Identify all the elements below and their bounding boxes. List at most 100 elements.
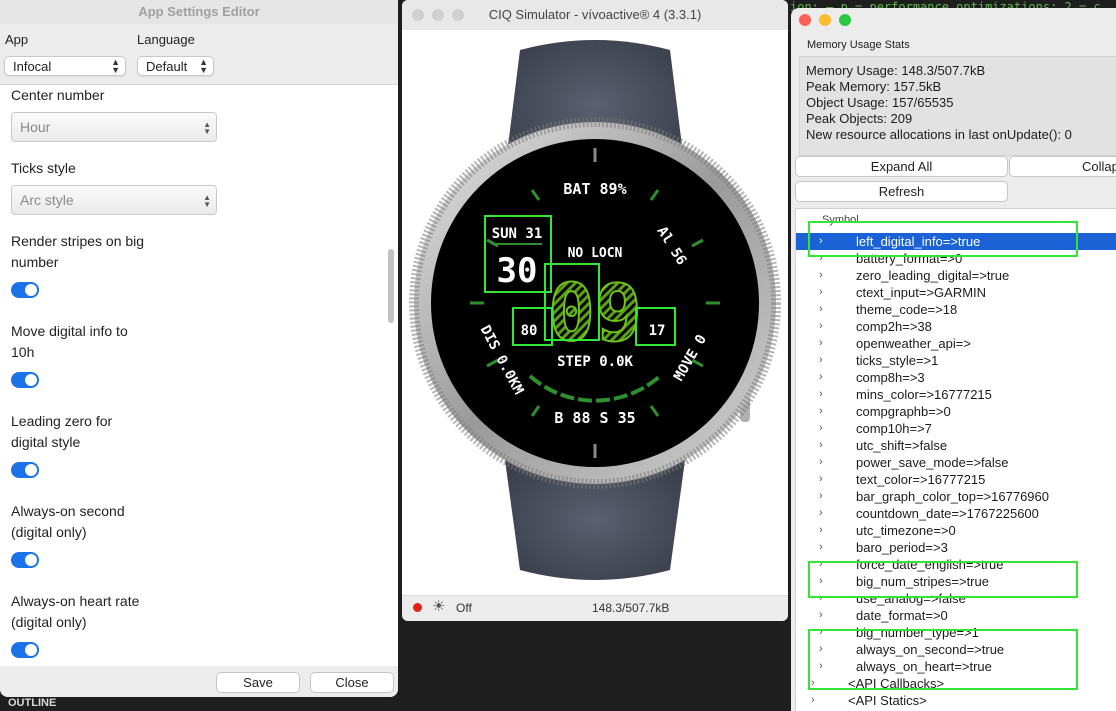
symbol-row-text: baro_period=>3: [856, 540, 948, 555]
center-number-label: Center number: [11, 87, 105, 103]
highlight-box: [808, 629, 1078, 690]
disclosure-chevron-icon[interactable]: ›: [819, 369, 823, 386]
close-button[interactable]: Close: [310, 672, 394, 693]
symbol-row[interactable]: › comp10h=>7: [796, 420, 1116, 437]
symbol-row-text: comp2h=>38: [856, 319, 932, 334]
updown-chevron-icon: ▲ ▼: [111, 57, 120, 75]
symbol-row[interactable]: › ticks_style=>1: [796, 352, 1116, 369]
symbol-row[interactable]: › countdown_date=>1767225600: [796, 505, 1116, 522]
memory-stats-panel: Memory Usage: 148.3/507.7kB Peak Memory:…: [799, 56, 1116, 156]
symbol-row[interactable]: › bar_graph_color_top=>16776960: [796, 488, 1116, 505]
language-label: Language: [137, 32, 195, 47]
symbol-row-text: utc_timezone=>0: [856, 523, 956, 538]
disclosure-chevron-icon[interactable]: ›: [811, 692, 815, 709]
disclosure-chevron-icon[interactable]: ›: [819, 335, 823, 352]
settings-editor-window: App Settings Editor App Language Infocal…: [0, 0, 398, 697]
close-window-icon[interactable]: [412, 9, 424, 21]
symbol-row[interactable]: › utc_timezone=>0: [796, 522, 1116, 539]
symbol-row-text: date_format=>0: [856, 608, 948, 623]
language-select[interactable]: Default ▲ ▼: [137, 56, 214, 76]
settings-footer: Save Close: [0, 666, 398, 697]
disclosure-chevron-icon[interactable]: ›: [819, 437, 823, 454]
symbol-row[interactable]: › openweather_api=>: [796, 335, 1116, 352]
settings-list[interactable]: Center number Hour ▲ ▼ Ticks style Arc st…: [0, 84, 398, 667]
peak-memory-line: Peak Memory: 157.5kB: [806, 79, 942, 94]
record-indicator-icon[interactable]: [413, 603, 422, 612]
disclosure-chevron-icon[interactable]: ›: [819, 488, 823, 505]
symbol-row-text: power_save_mode=>false: [856, 455, 1009, 470]
disclosure-chevron-icon[interactable]: ›: [819, 471, 823, 488]
highlight-box: [808, 561, 1078, 598]
symbol-row[interactable]: › theme_code=>18: [796, 301, 1116, 318]
location-complication: NO LOCN: [568, 246, 623, 261]
zoom-window-icon[interactable]: [452, 9, 464, 21]
disclosure-chevron-icon[interactable]: ›: [819, 454, 823, 471]
always-on-heart-toggle[interactable]: [11, 642, 39, 658]
outline-label: OUTLINE: [8, 697, 57, 709]
memory-readout: 148.3/507.7kB: [592, 601, 670, 615]
disclosure-chevron-icon[interactable]: ›: [819, 267, 823, 284]
symbol-row[interactable]: › compgraphb=>0: [796, 403, 1116, 420]
symbol-row[interactable]: › zero_leading_digital=>true: [796, 267, 1116, 284]
disclosure-chevron-icon[interactable]: ›: [819, 284, 823, 301]
collapse-all-button[interactable]: Collap: [1009, 156, 1116, 177]
symbol-row[interactable]: › text_color=>16777215: [796, 471, 1116, 488]
always-on-second-toggle[interactable]: [11, 552, 39, 568]
disclosure-chevron-icon[interactable]: ›: [819, 301, 823, 318]
zoom-window-icon[interactable]: [839, 14, 851, 26]
disclosure-chevron-icon[interactable]: ›: [819, 607, 823, 624]
symbol-row[interactable]: › comp8h=>3: [796, 369, 1116, 386]
simulator-window: CIQ Simulator - vívoactive® 4 (3.3.1) BA…: [402, 0, 788, 621]
leading-zero-toggle[interactable]: [11, 462, 39, 478]
render-stripes-toggle[interactable]: [11, 282, 39, 298]
app-select[interactable]: Infocal ▲ ▼: [4, 56, 126, 76]
symbol-row-text: theme_code=>18: [856, 302, 958, 317]
backlight-status: Off: [456, 601, 472, 615]
resource-allocations-line: New resource allocations in last onUpdat…: [806, 127, 1072, 142]
watch-display[interactable]: BAT 89% Al 56 SUN 31 30 NO LOCN 09 80 17…: [402, 30, 788, 595]
symbol-row[interactable]: › ctext_input=>GARMIN: [796, 284, 1116, 301]
disclosure-chevron-icon[interactable]: ›: [819, 386, 823, 403]
big-hour: 09: [548, 269, 642, 359]
symbol-row[interactable]: › utc_shift=>false: [796, 437, 1116, 454]
ticks-style-select[interactable]: Arc style ▲ ▼: [11, 185, 217, 215]
app-select-value: Infocal: [13, 59, 52, 74]
refresh-button[interactable]: Refresh: [795, 181, 1008, 202]
symbol-row[interactable]: › baro_period=>3: [796, 539, 1116, 556]
symbol-row[interactable]: › mins_color=>16777215: [796, 386, 1116, 403]
date-complication: SUN 31: [492, 226, 543, 242]
left-small-complication: 80: [521, 323, 538, 339]
api-statics-row[interactable]: › <API Statics>: [796, 692, 1116, 709]
symbol-row-text: compgraphb=>0: [856, 404, 951, 419]
minimize-window-icon[interactable]: [432, 9, 444, 21]
disclosure-chevron-icon[interactable]: ›: [819, 539, 823, 556]
symbol-row-text: countdown_date=>1767225600: [856, 506, 1039, 521]
memory-stats-title: Memory Usage Stats: [807, 39, 910, 51]
symbol-row[interactable]: › power_save_mode=>false: [796, 454, 1116, 471]
expand-all-button[interactable]: Expand All: [795, 156, 1008, 177]
symbol-row-text: comp8h=>3: [856, 370, 925, 385]
center-number-select[interactable]: Hour ▲ ▼: [11, 112, 217, 142]
settings-scrollbar[interactable]: [388, 249, 394, 323]
language-select-value: Default: [146, 59, 188, 74]
disclosure-chevron-icon[interactable]: ›: [819, 403, 823, 420]
symbol-row-text: utc_shift=>false: [856, 438, 948, 453]
disclosure-chevron-icon[interactable]: ›: [819, 420, 823, 437]
move-digital-info-label: Move digital info to 10h: [11, 323, 128, 360]
disclosure-chevron-icon[interactable]: ›: [819, 318, 823, 335]
minimize-window-icon[interactable]: [819, 14, 831, 26]
disclosure-chevron-icon[interactable]: ›: [819, 352, 823, 369]
disclosure-chevron-icon[interactable]: ›: [819, 522, 823, 539]
memory-usage-line: Memory Usage: 148.3/507.7kB: [806, 63, 986, 78]
brightness-icon[interactable]: ☀: [432, 599, 445, 615]
ticks-style-value: Arc style: [20, 192, 74, 208]
save-button[interactable]: Save: [216, 672, 300, 693]
close-window-icon[interactable]: [799, 14, 811, 26]
disclosure-chevron-icon[interactable]: ›: [819, 505, 823, 522]
always-on-second-label: Always-on second (digital only): [11, 503, 125, 540]
updown-chevron-icon: ▲ ▼: [203, 120, 211, 136]
symbol-row[interactable]: › comp2h=>38: [796, 318, 1116, 335]
right-small-complication: 17: [649, 323, 666, 339]
symbol-row[interactable]: › date_format=>0: [796, 607, 1116, 624]
move-digital-info-toggle[interactable]: [11, 372, 39, 388]
